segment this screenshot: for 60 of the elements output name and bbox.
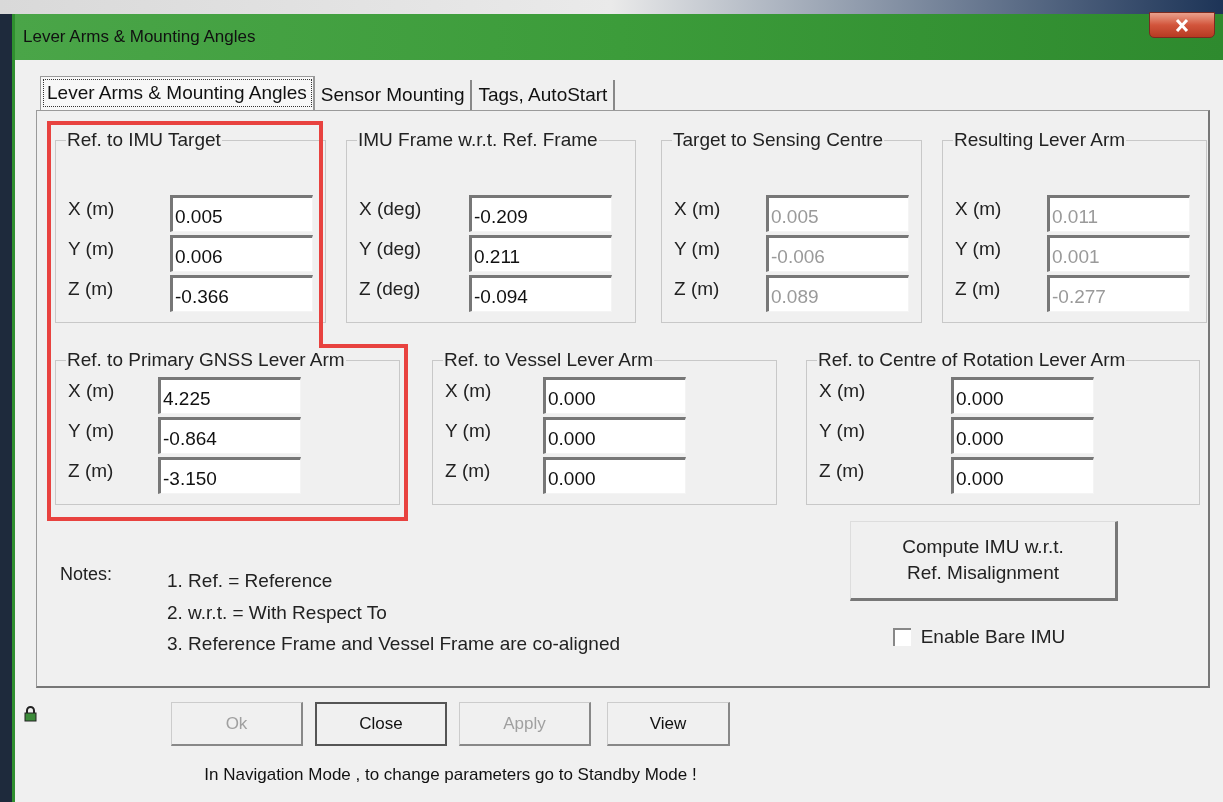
group-title: IMU Frame w.r.t. Ref. Frame (357, 129, 599, 151)
close-button[interactable] (1149, 12, 1215, 38)
field-label: X (m) (68, 379, 116, 403)
group-title: Ref. to Vessel Lever Arm (443, 349, 655, 371)
compute-button[interactable]: Compute IMU w.r.t. Ref. Misalignment (850, 521, 1118, 601)
field-label: Y (deg) (359, 237, 422, 261)
field-label: Z (m) (445, 459, 492, 483)
field-label: Z (m) (674, 277, 721, 301)
value-field[interactable]: 0.006 (170, 235, 313, 272)
group-title: Target to Sensing Centre (672, 129, 885, 151)
value-field[interactable]: -3.150 (158, 457, 301, 494)
value-field[interactable]: -0.094 (469, 275, 612, 312)
status-message: In Navigation Mode , to change parameters go to Standby Mode ! (204, 764, 697, 786)
window-title: Lever Arms & Mounting Angles (23, 26, 256, 49)
tab[interactable]: Lever Arms & Mounting Angles (40, 76, 315, 110)
tab[interactable]: Tags, AutoStart (472, 80, 616, 110)
field-label: X (deg) (359, 197, 423, 221)
field-label: X (m) (819, 379, 867, 403)
field-label: Z (m) (68, 459, 115, 483)
notes-label: Notes: (60, 563, 114, 586)
field-label: X (m) (445, 379, 493, 403)
field-label: Y (m) (68, 419, 116, 443)
value-field[interactable]: -0.366 (170, 275, 313, 312)
note-text: 2. w.r.t. = With Respect To (167, 600, 388, 625)
field-label: Y (m) (955, 237, 1003, 261)
value-field[interactable]: 0.000 (543, 417, 686, 454)
field-label: Y (m) (819, 419, 867, 443)
field-label: Y (m) (68, 237, 116, 261)
value-field[interactable]: -0.209 (469, 195, 612, 232)
value-field[interactable]: 0.211 (469, 235, 612, 272)
field-label: Z (m) (955, 277, 1002, 301)
field-label: X (m) (674, 197, 722, 221)
value-field[interactable]: 0.000 (543, 377, 686, 414)
lock-icon (24, 706, 37, 722)
group-title: Ref. to Primary GNSS Lever Arm (66, 349, 346, 371)
field-label: Z (deg) (359, 277, 422, 301)
group-title: Ref. to Centre of Rotation Lever Arm (817, 349, 1127, 371)
tab[interactable]: Sensor Mounting (314, 80, 473, 110)
value-field[interactable]: 0.000 (951, 377, 1094, 414)
dialog-button[interactable]: Close (315, 702, 447, 746)
value-field[interactable]: 0.000 (543, 457, 686, 494)
field-label: X (m) (68, 197, 116, 221)
dialog-button[interactable]: View (607, 702, 730, 746)
value-field[interactable]: 0.005 (170, 195, 313, 232)
checkbox[interactable] (892, 628, 911, 647)
value-field[interactable]: 0.000 (951, 457, 1094, 494)
note-text: 1. Ref. = Reference (167, 569, 334, 593)
value-field[interactable]: 4.225 (158, 377, 301, 414)
field-label: Y (m) (445, 419, 493, 443)
value-field[interactable]: 0.000 (951, 417, 1094, 454)
group-title: Ref. to IMU Target (66, 129, 222, 151)
close-icon (1175, 18, 1189, 32)
value-field[interactable]: -0.864 (158, 417, 301, 454)
checkbox-label: Enable Bare IMU (920, 625, 1066, 649)
field-label: Y (m) (674, 237, 722, 261)
field-label: X (m) (955, 197, 1003, 221)
group-title: Resulting Lever Arm (953, 129, 1127, 151)
note-text: 3. Reference Frame and Vessel Frame are co-aligned (167, 632, 621, 656)
field-label: Z (m) (819, 459, 866, 483)
field-label: Z (m) (68, 277, 115, 301)
